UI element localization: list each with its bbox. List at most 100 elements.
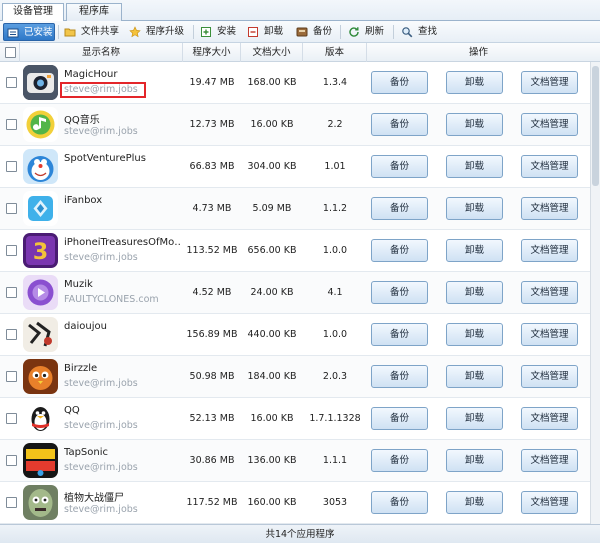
uninstall-button[interactable]: 卸载 xyxy=(446,491,503,514)
table-row[interactable]: iFanbox 4.73 MB 5.09 MB 1.1.2 备份 卸载 文档管理 xyxy=(0,188,590,230)
app-size: 19.47 MB xyxy=(189,77,235,88)
uninstall-button[interactable]: 卸载 xyxy=(446,155,503,178)
uninstall-button[interactable]: 卸载 xyxy=(446,365,503,388)
backup-button[interactable]: 备份 xyxy=(371,365,428,388)
uninstall-button[interactable]: 卸载 xyxy=(446,323,503,346)
app-name: iPhoneiTreasuresOfMo… xyxy=(64,237,182,248)
backup-button[interactable]: 备份 xyxy=(371,491,428,514)
file-share-button[interactable]: 文件共享 xyxy=(61,23,124,41)
docs-button[interactable]: 文档管理 xyxy=(521,113,578,136)
row-checkbox[interactable] xyxy=(6,245,17,256)
highlight-box xyxy=(60,82,146,98)
table-row[interactable]: MagicHour steve@rim.jobs 19.47 MB 168.00… xyxy=(0,62,590,104)
scrollbar-thumb[interactable] xyxy=(592,66,599,186)
header-version[interactable]: 版本 xyxy=(303,43,367,62)
search-label: 查找 xyxy=(418,26,438,37)
app-size: 66.83 MB xyxy=(189,161,235,172)
backup-button[interactable]: 备份 xyxy=(371,449,428,472)
app-name: SpotVenturePlus xyxy=(64,153,146,164)
docs-button[interactable]: 文档管理 xyxy=(521,365,578,388)
table-row[interactable]: Birzzle steve@rim.jobs 50.98 MB 184.00 K… xyxy=(0,356,590,398)
backup-icon xyxy=(296,27,308,37)
backup-button[interactable]: 备份 xyxy=(371,407,428,430)
tab-device-management[interactable]: 设备管理 xyxy=(2,3,64,22)
vertical-scrollbar[interactable] xyxy=(590,62,600,524)
docs-button[interactable]: 文档管理 xyxy=(521,323,578,346)
app-doc-size: 168.00 KB xyxy=(247,77,297,88)
row-checkbox[interactable] xyxy=(6,203,17,214)
uninstall-button[interactable]: 卸载 xyxy=(446,449,503,472)
backup-button[interactable]: 备份 xyxy=(371,323,428,346)
uninstall-button[interactable]: 卸载 xyxy=(446,281,503,304)
select-all-checkbox[interactable] xyxy=(5,47,16,58)
docs-button[interactable]: 文档管理 xyxy=(521,71,578,94)
row-checkbox[interactable] xyxy=(6,455,17,466)
uninstall-button[interactable]: 卸载 xyxy=(446,113,503,136)
row-checkbox[interactable] xyxy=(6,413,17,424)
row-checkbox[interactable] xyxy=(6,371,17,382)
table-row[interactable]: 植物大战僵尸 steve@rim.jobs 117.52 MB 160.00 K… xyxy=(0,482,590,524)
docs-button[interactable]: 文档管理 xyxy=(521,491,578,514)
backup-button[interactable]: 备份 xyxy=(371,113,428,136)
backup-button[interactable]: 备份 xyxy=(371,71,428,94)
tab-app-library[interactable]: 程序库 xyxy=(66,3,122,21)
backup-label: 备份 xyxy=(313,26,333,37)
app-name: iFanbox xyxy=(64,195,103,206)
backup-button[interactable]: 备份 xyxy=(371,197,428,220)
table-row[interactable]: daioujou 156.89 MB 440.00 KB 1.0.0 备份 卸载… xyxy=(0,314,590,356)
row-checkbox[interactable] xyxy=(6,329,17,340)
table-row[interactable]: SpotVenturePlus 66.83 MB 304.00 KB 1.01 … xyxy=(0,146,590,188)
backup-button[interactable]: 备份 xyxy=(293,23,337,41)
docs-button[interactable]: 文档管理 xyxy=(521,155,578,178)
upgrade-button[interactable]: 程序升级 xyxy=(126,23,189,41)
app-size: 50.98 MB xyxy=(189,371,235,382)
upgrade-label: 程序升级 xyxy=(146,26,185,37)
app-name: MagicHour xyxy=(64,69,118,80)
installed-button[interactable]: 已安装 xyxy=(3,23,55,41)
row-checkbox[interactable] xyxy=(6,497,17,508)
star-icon xyxy=(129,26,141,38)
uninstall-label: 卸载 xyxy=(264,26,284,37)
table-row[interactable]: QQ音乐 steve@rim.jobs 12.73 MB 16.00 KB 2.… xyxy=(0,104,590,146)
uninstall-button[interactable]: 卸载 xyxy=(446,71,503,94)
app-doc-size: 656.00 KB xyxy=(247,245,297,256)
app-version: 1.0.0 xyxy=(322,245,348,256)
refresh-button[interactable]: 刷新 xyxy=(345,23,389,41)
app-version: 1.1.1 xyxy=(322,455,348,466)
docs-button[interactable]: 文档管理 xyxy=(521,407,578,430)
magichour-icon xyxy=(23,65,58,100)
search-button[interactable]: 查找 xyxy=(398,23,442,41)
uninstall-button[interactable]: 卸载 xyxy=(446,197,503,220)
app-doc-size: 16.00 KB xyxy=(250,413,294,424)
table-row[interactable]: Muzik FAULTYCLONES.com 4.52 MB 24.00 KB … xyxy=(0,272,590,314)
app-version: 1.3.4 xyxy=(322,77,348,88)
app-version: 2.2 xyxy=(327,119,343,130)
docs-button[interactable]: 文档管理 xyxy=(521,197,578,220)
backup-button[interactable]: 备份 xyxy=(371,155,428,178)
docs-button[interactable]: 文档管理 xyxy=(521,281,578,304)
backup-button[interactable]: 备份 xyxy=(371,239,428,262)
row-checkbox[interactable] xyxy=(6,161,17,172)
docs-button[interactable]: 文档管理 xyxy=(521,449,578,472)
row-checkbox[interactable] xyxy=(6,287,17,298)
status-bar: 共14个应用程序 xyxy=(0,524,600,543)
table-row[interactable]: QQ steve@rim.jobs 52.13 MB 16.00 KB 1.7.… xyxy=(0,398,590,440)
toolbar-divider xyxy=(340,25,341,39)
app-size: 4.52 MB xyxy=(192,287,232,298)
header-name[interactable]: 显示名称 xyxy=(20,43,183,62)
app-size: 30.86 MB xyxy=(189,455,235,466)
backup-button[interactable]: 备份 xyxy=(371,281,428,304)
header-doc-size[interactable]: 文档大小 xyxy=(241,43,303,62)
row-checkbox[interactable] xyxy=(6,77,17,88)
table-row[interactable]: TapSonic steve@rim.jobs 30.86 MB 136.00 … xyxy=(0,440,590,482)
install-button[interactable]: 安装 xyxy=(197,23,241,41)
row-checkbox[interactable] xyxy=(6,119,17,130)
header-size[interactable]: 程序大小 xyxy=(183,43,241,62)
uninstall-button[interactable]: 卸载 xyxy=(446,407,503,430)
app-name: Muzik xyxy=(64,279,93,290)
table-row[interactable]: 3 iPhoneiTreasuresOfMo… steve@rim.jobs 1… xyxy=(0,230,590,272)
docs-button[interactable]: 文档管理 xyxy=(521,239,578,262)
uninstall-button[interactable]: 卸载 xyxy=(244,23,288,41)
app-name: QQ xyxy=(64,405,80,416)
uninstall-button[interactable]: 卸载 xyxy=(446,239,503,262)
